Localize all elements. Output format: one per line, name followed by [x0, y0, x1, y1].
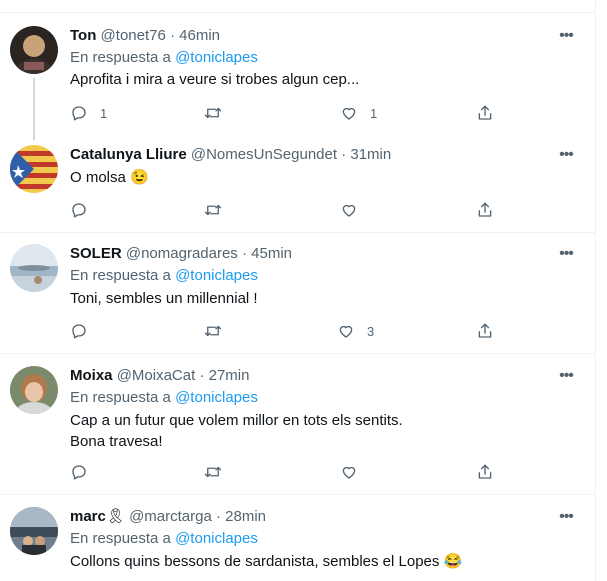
share-icon — [478, 323, 492, 338]
column-border — [595, 0, 596, 581]
reply-icon — [72, 465, 86, 480]
retweet-icon — [204, 325, 222, 337]
share-button[interactable] — [476, 200, 494, 220]
reply-prefix: En respuesta a — [70, 389, 171, 406]
author-handle[interactable]: @NomesUnSegundet — [191, 146, 337, 163]
tweet-text: O molsa 😉 — [70, 169, 149, 186]
like-button[interactable] — [340, 462, 358, 482]
avatar[interactable] — [10, 244, 58, 292]
separator-dot: · — [216, 508, 221, 525]
reply-context: En respuesta a @toniclapes — [70, 48, 258, 68]
avatar[interactable] — [10, 507, 58, 555]
more-horizontal-icon[interactable]: ••• — [556, 145, 576, 165]
timestamp[interactable]: 31min — [350, 146, 391, 163]
tweet-header: SOLER @nomagradares · 45min — [70, 244, 292, 264]
like-button[interactable]: 1 — [340, 103, 377, 123]
mention-link[interactable]: @toniclapes — [175, 267, 258, 284]
author-handle[interactable]: @tonet76 — [101, 27, 166, 44]
avatar[interactable] — [10, 366, 58, 414]
author-name[interactable]: Moixa — [70, 367, 113, 384]
separator-dot: · — [241, 245, 247, 262]
reply-prefix: En respuesta a — [70, 267, 171, 284]
mention-link[interactable]: @toniclapes — [175, 530, 258, 547]
share-icon — [478, 464, 492, 479]
retweet-button[interactable] — [204, 103, 222, 123]
retweet-icon — [204, 204, 222, 216]
author-handle[interactable]: @marctarga — [129, 508, 212, 525]
tweet-text-line: Bona travesa! — [70, 433, 163, 450]
reply-count: 1 — [100, 105, 108, 121]
like-count: 3 — [367, 323, 375, 339]
tweet-header: marc🎗 @marctarga · 28min — [70, 507, 266, 527]
mention-link[interactable]: @toniclapes — [175, 49, 258, 66]
avatar[interactable] — [10, 26, 58, 74]
author-name[interactable]: Ton — [70, 27, 96, 44]
retweet-button[interactable] — [204, 321, 222, 341]
like-icon — [342, 204, 356, 217]
timestamp[interactable]: 45min — [251, 245, 292, 262]
author-name[interactable]: Catalunya Lliure — [70, 146, 187, 163]
author-name[interactable]: SOLER — [70, 245, 122, 262]
tweet-header: Catalunya Lliure @NomesUnSegundet · 31mi… — [70, 145, 391, 165]
like-button[interactable] — [340, 200, 358, 220]
reply-icon — [72, 324, 86, 339]
like-count: 1 — [370, 105, 378, 121]
like-icon — [342, 107, 356, 120]
separator-dot: · — [341, 146, 347, 163]
tweet-header: Moixa @MoixaCat · 27min — [70, 366, 249, 386]
more-horizontal-icon[interactable]: ••• — [556, 507, 576, 527]
separator-dot: · — [199, 367, 205, 384]
share-icon — [478, 202, 492, 217]
retweet-icon — [204, 107, 222, 119]
like-icon — [342, 466, 356, 479]
reply-button[interactable] — [70, 462, 88, 482]
more-horizontal-icon[interactable]: ••• — [556, 26, 576, 46]
like-icon — [339, 325, 353, 338]
more-horizontal-icon[interactable]: ••• — [556, 366, 576, 386]
reply-context: En respuesta a @toniclapes — [70, 529, 258, 549]
reply-context: En respuesta a @toniclapes — [70, 266, 258, 286]
timestamp[interactable]: 28min — [225, 508, 266, 525]
author-handle[interactable]: @nomagradares — [126, 245, 238, 262]
yellow-ribbon-icon: 🎗 — [105, 508, 125, 525]
reply-button[interactable] — [70, 321, 88, 341]
tweet-text: Collons quins bessons de sardanista, sem… — [70, 553, 463, 570]
tweet-text: Aprofita i mira a veure si trobes algun … — [70, 71, 360, 88]
tweet-divider — [0, 232, 595, 233]
mention-link[interactable]: @toniclapes — [175, 389, 258, 406]
author-name[interactable]: marc — [70, 508, 106, 525]
author-handle[interactable]: @MoixaCat — [117, 367, 196, 384]
share-icon — [478, 105, 492, 120]
tweet-text: Toni, sembles un millennial ! — [70, 290, 258, 307]
separator-dot: · — [170, 27, 175, 44]
more-horizontal-icon[interactable]: ••• — [556, 244, 576, 264]
tweet-divider — [0, 353, 595, 354]
reply-icon — [72, 106, 86, 121]
reply-prefix: En respuesta a — [70, 530, 171, 547]
timestamp[interactable]: 27min — [209, 367, 250, 384]
retweet-icon — [204, 466, 222, 478]
reply-button[interactable]: 1 — [70, 103, 107, 123]
avatar[interactable] — [10, 145, 58, 193]
reply-prefix: En respuesta a — [70, 49, 171, 66]
timestamp[interactable]: 46min — [179, 27, 220, 44]
like-button[interactable]: 3 — [337, 321, 374, 341]
tweet-text-line: Cap a un futur que volem millor en tots … — [70, 412, 403, 429]
reply-icon — [72, 203, 86, 218]
retweet-button[interactable] — [204, 200, 222, 220]
share-button[interactable] — [476, 462, 494, 482]
share-button[interactable] — [476, 321, 494, 341]
thread-line — [33, 78, 35, 140]
tweet-header: Ton @tonet76 · 46min — [70, 26, 220, 46]
retweet-button[interactable] — [204, 462, 222, 482]
reply-context: En respuesta a @toniclapes — [70, 388, 258, 408]
reply-button[interactable] — [70, 200, 88, 220]
tweet-divider — [0, 494, 595, 495]
top-divider — [0, 12, 595, 13]
share-button[interactable] — [476, 103, 494, 123]
